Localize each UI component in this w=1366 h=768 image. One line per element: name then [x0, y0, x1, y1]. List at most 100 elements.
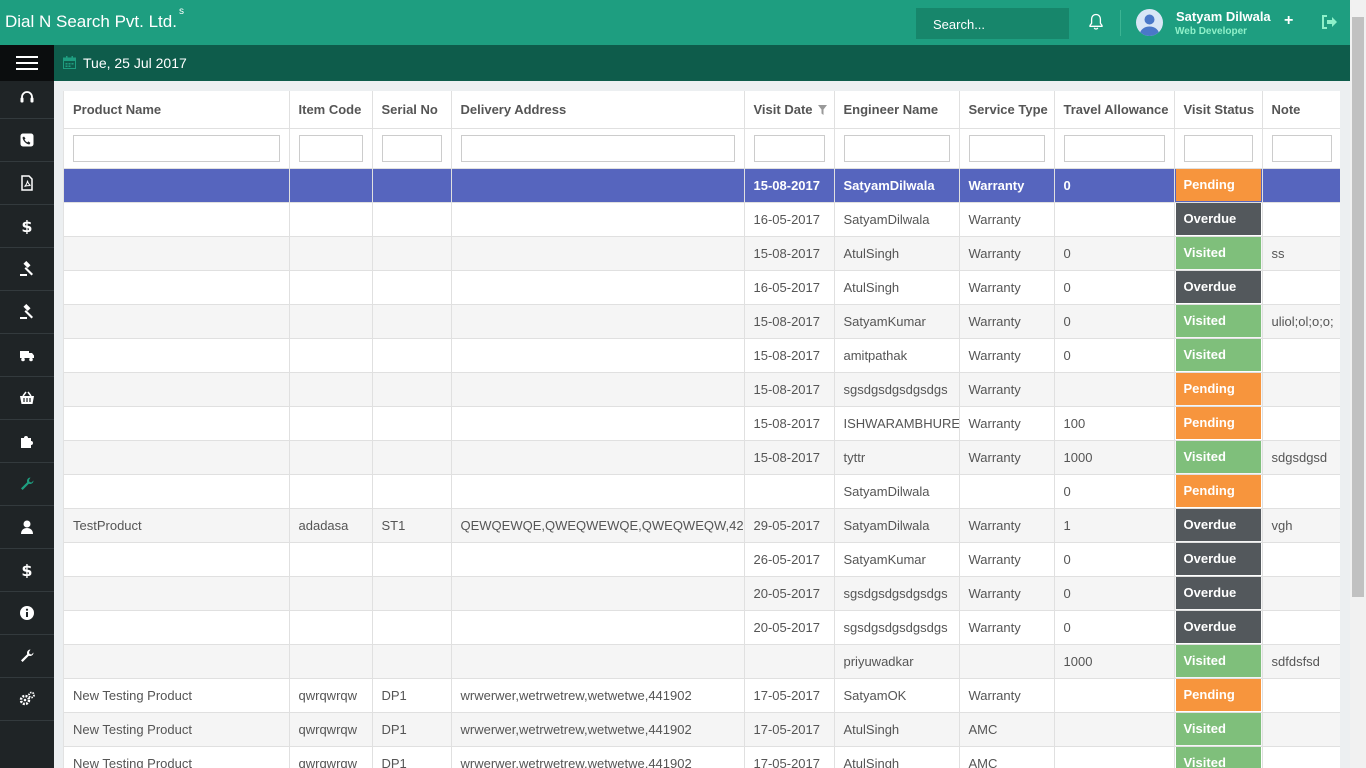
sidebar-item[interactable]: $ [0, 205, 54, 248]
table-row[interactable]: 15-08-2017 SatyamKumar Warranty 0 Visited uli… [64, 304, 1340, 339]
table-row[interactable]: TestProduct adadasa ST1 QEWQEWQE,QWEQWEWQE,… [64, 508, 1340, 543]
table-cell [372, 576, 452, 611]
table-cell: SatyamOK [834, 678, 960, 713]
user-name[interactable]: Satyam Dilwala [1176, 9, 1271, 24]
scrollbar-thumb[interactable] [1352, 17, 1364, 597]
table-row[interactable]: 16-05-2017 SatyamDilwala Warranty Overdue [64, 202, 1340, 237]
table-row[interactable]: 20-05-2017 sgsdgsdgsdgsdgs Warranty 0 Overdu… [64, 576, 1340, 611]
table-row[interactable]: New Testing Product qwrqwrqw DP1 wrwerwer,w… [64, 712, 1340, 747]
sidebar-item[interactable] [0, 291, 54, 334]
dollar-icon: $ [21, 562, 32, 578]
status-cell: Pending [1174, 372, 1263, 407]
table-cell [64, 610, 290, 645]
table-cell: sdfdsfsd [1262, 644, 1340, 679]
visits-table: Product Name Item Code Serial No Delivery A… [64, 91, 1340, 768]
sidebar-item[interactable] [0, 119, 54, 162]
column-header[interactable]: Travel Allowance [1054, 91, 1175, 129]
table-cell [1262, 746, 1340, 768]
gavel-icon [20, 304, 33, 319]
column-filter-input[interactable] [843, 134, 950, 162]
table-cell: Warranty [959, 202, 1055, 237]
brand-logo[interactable]: Dial N Search Pvt. Ltd.s [5, 6, 184, 32]
column-header[interactable]: Delivery Address [451, 91, 745, 129]
sidebar-item[interactable] [0, 463, 54, 506]
table-cell: AMC [959, 746, 1055, 768]
sidebar-item[interactable] [0, 377, 54, 420]
table-cell: sgsdgsdgsdgsdgs [834, 610, 960, 645]
sidebar-item[interactable] [0, 162, 54, 205]
table-row[interactable]: New Testing Product qwrqwrqw DP1 wrwerwer,w… [64, 746, 1340, 768]
column-filter-input[interactable] [1271, 134, 1332, 162]
table-cell [1054, 372, 1175, 407]
filter-cell [289, 128, 373, 169]
user-icon [21, 520, 33, 534]
table-row[interactable]: 20-05-2017 sgsdgsdgsdgsdgs Warranty 0 Overdu… [64, 610, 1340, 645]
sidebar-item[interactable] [0, 635, 54, 678]
table-cell [1262, 678, 1340, 713]
column-header-label: Product Name [73, 101, 162, 117]
sidebar-item[interactable] [0, 334, 54, 377]
logout-icon[interactable] [1320, 14, 1338, 30]
sidebar-item[interactable] [0, 76, 54, 119]
sidebar-item[interactable] [0, 506, 54, 549]
add-button[interactable]: + [1284, 12, 1293, 30]
page-scrollbar[interactable] [1350, 0, 1366, 768]
table-cell [744, 474, 835, 509]
column-header[interactable]: Engineer Name [834, 91, 960, 129]
table-row[interactable]: 15-08-2017 sgsdgsdgsdgsdgs Warranty Pending [64, 372, 1340, 407]
table-cell: uliol;ol;o;o; [1262, 304, 1340, 339]
table-row[interactable]: 15-08-2017 amitpathak Warranty 0 Visited [64, 338, 1340, 373]
table-row[interactable]: 15-08-2017 tyttr Warranty 1000 Visited sdgsdg… [64, 440, 1340, 475]
column-filter-input[interactable] [73, 134, 280, 162]
svg-text:$: $ [21, 218, 32, 234]
table-row[interactable]: New Testing Product qwrqwrqw DP1 wrwerwer,w… [64, 678, 1340, 713]
table-row[interactable]: SatyamDilwala 0 Pending [64, 474, 1340, 509]
column-filter-input[interactable] [460, 134, 735, 162]
column-filter-input[interactable] [968, 134, 1045, 162]
table-cell [289, 270, 373, 305]
table-row[interactable]: 26-05-2017 SatyamKumar Warranty 0 Overdue [64, 542, 1340, 577]
status-badge: Pending [1175, 373, 1261, 405]
column-header[interactable]: Product Name [64, 91, 290, 129]
column-header[interactable]: Visit Date [744, 91, 835, 129]
table-cell: qwrqwrqw [289, 678, 373, 713]
user-role: Web Developer [1175, 26, 1248, 37]
column-filter-input[interactable] [381, 134, 442, 162]
sidebar-item[interactable]: $ [0, 549, 54, 592]
table-cell [451, 406, 745, 441]
table-cell: SatyamDilwala [834, 508, 960, 543]
column-header[interactable]: Serial No [372, 91, 452, 129]
status-badge: Overdue [1175, 577, 1261, 609]
column-filter-input[interactable] [753, 134, 825, 162]
table-row[interactable]: priyuwadkar 1000 Visited sdfdsfsd [64, 644, 1340, 679]
table-row[interactable]: 16-05-2017 AtulSingh Warranty 0 Overdue [64, 270, 1340, 305]
filter-icon[interactable] [817, 104, 827, 115]
table-row[interactable]: 15-08-2017 AtulSingh Warranty 0 Visited ss [64, 236, 1340, 271]
bell-icon[interactable] [1088, 13, 1104, 31]
status-badge: Visited [1175, 237, 1261, 269]
table-cell [289, 542, 373, 577]
sidebar-item[interactable] [0, 420, 54, 463]
column-filter-input[interactable] [1063, 134, 1165, 162]
sidebar-item[interactable] [0, 592, 54, 635]
avatar[interactable] [1136, 9, 1163, 36]
table-cell: 15-08-2017 [744, 372, 835, 407]
hamburger-line [16, 56, 38, 58]
column-header[interactable]: Service Type [959, 91, 1055, 129]
table-cell: wrwerwer,wetrwetrew,wetwetwe,441902 [451, 678, 745, 713]
table-row[interactable]: 15-08-2017 SatyamDilwala Warranty 0 Pending [64, 168, 1340, 203]
table-row[interactable]: 15-08-2017 ISHWARAMBHURE Warranty 100 Pendin… [64, 406, 1340, 441]
column-header[interactable]: Visit Status [1174, 91, 1263, 129]
search-input[interactable]: Search... [916, 8, 1069, 39]
column-header[interactable]: Item Code [289, 91, 373, 129]
column-filter-input[interactable] [298, 134, 363, 162]
column-header[interactable]: Note [1262, 91, 1340, 129]
table-cell [372, 168, 452, 203]
status-cell: Pending [1174, 474, 1263, 509]
status-badge: Pending [1175, 679, 1261, 711]
sidebar-item[interactable] [0, 678, 54, 721]
table-cell: ST1 [372, 508, 452, 543]
sidebar-item[interactable] [0, 248, 54, 291]
table-cell [289, 372, 373, 407]
column-filter-input[interactable] [1183, 134, 1253, 162]
